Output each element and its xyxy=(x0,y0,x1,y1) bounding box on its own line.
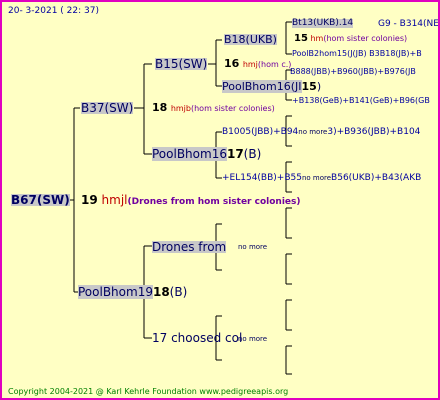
dam-gen-number: 18 xyxy=(152,285,170,299)
sd-line-1-a: B1005(JBB)+B94 xyxy=(222,127,299,137)
pedigree-frame: 20- 3-2021 ( 22: 37) G9 - B314(NE) B67(S… xyxy=(0,0,440,400)
sssd-generation: 15 hm(hom sister colonies) xyxy=(294,34,407,44)
queen-note: (Drones from hom sister colonies) xyxy=(127,197,301,207)
sd-line-1: B1005(JBB)+B94no more3)+B936(JBB)+B104 xyxy=(222,128,420,137)
ss-note: (hom c.) xyxy=(257,60,292,69)
sssd-hm: hm xyxy=(310,34,324,43)
dam-suffix: (B) xyxy=(169,285,188,299)
sssd-extra: B18(JB)+B xyxy=(379,49,422,58)
ssss-name[interactable]: Bt13(UKB).14 xyxy=(292,19,354,28)
sd-line-2: +EL154(BB)+B55no moreB56(UKB)+B43(AKB xyxy=(222,174,421,183)
sire-generation: 18 hmjb(hom sister colonies) xyxy=(152,102,275,113)
dam-name-label: PoolBhom19 xyxy=(78,285,153,299)
footer-copyright: Copyright 2004-2021 @ Karl Kehrle Founda… xyxy=(8,387,289,396)
ssd-suffix: ) xyxy=(316,80,322,93)
sd-line-2-b: no more xyxy=(301,174,332,182)
sd-gen-number: 17 xyxy=(226,147,244,161)
ss-gen-number: 16 xyxy=(224,57,240,70)
sss-name[interactable]: B18(UKB) xyxy=(224,34,277,45)
queen-name[interactable]: B67(SW) xyxy=(11,194,70,206)
sssd-gen-number: 15 xyxy=(294,33,308,44)
sssd-line-text: PoolB2hom15(J(JB) B3 xyxy=(292,49,380,58)
sssd-note: (hom sister colonies) xyxy=(323,34,408,43)
header-code: G9 - B314(NE) xyxy=(378,19,440,29)
queen-hmjl: hmjl xyxy=(101,193,128,207)
sd-line-1-c: 3)+B936(JBB)+B104 xyxy=(327,127,421,137)
queen-generation: 19 hmjl(Drones from hom sister colonies) xyxy=(81,194,301,207)
no-more-1: no more xyxy=(238,243,268,251)
sire-note: (hom sister colonies) xyxy=(190,104,275,113)
queen-gen-number: 19 xyxy=(81,193,98,207)
sd-line-1-b: no more xyxy=(298,128,328,136)
ssd-name-label: PoolBhom16(JI xyxy=(222,80,302,93)
ss-hmj: hmj xyxy=(242,60,258,69)
chosen-label[interactable]: 17 choosed col xyxy=(152,332,242,344)
sire-name[interactable]: B37(SW) xyxy=(81,102,134,114)
header-date: 20- 3-2021 ( 22: 37) xyxy=(8,6,99,16)
ss-name[interactable]: B15(SW) xyxy=(155,58,208,70)
sd-line-2-a: +EL154(BB)+B55 xyxy=(222,173,302,183)
sire-gen-number: 18 xyxy=(152,101,168,114)
sd-line-2-c: B56(UKB)+B43(AKB xyxy=(331,173,422,183)
dam-name[interactable]: PoolBhom1918(B) xyxy=(78,285,188,299)
ssd-gen-number: 15 xyxy=(301,80,317,93)
sd-name[interactable]: PoolBhom1617(B) xyxy=(152,147,262,161)
sssd-line: PoolB2hom15(J(JB) B3B18(JB)+B xyxy=(292,50,422,58)
no-more-2: no more xyxy=(238,335,268,343)
sd-suffix: (B) xyxy=(243,147,262,161)
ssd-name[interactable]: PoolBhom16(JI15) xyxy=(222,80,322,93)
ssd-line-1: B888(JBB)+B960(JBB)+B976(JB xyxy=(290,67,416,76)
ss-generation: 16 hmj(hom c.) xyxy=(224,58,291,69)
drones-label[interactable]: Drones from xyxy=(152,241,227,253)
sd-name-label: PoolBhom16 xyxy=(152,147,227,161)
ssd-line-2: +B138(GeB)+B141(GeB)+B96(GB xyxy=(292,96,430,105)
sire-hmjb: hmjb xyxy=(170,104,191,113)
